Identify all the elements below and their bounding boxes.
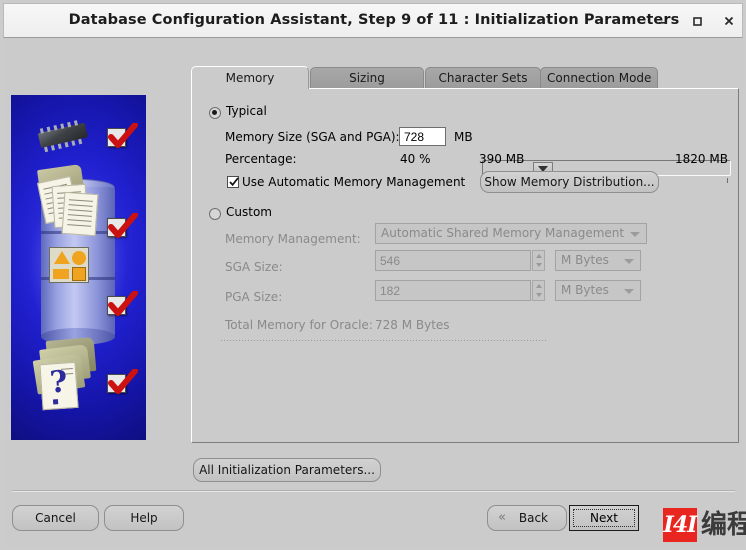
- sga-unit-value: M Bytes: [561, 253, 609, 267]
- show-memory-distribution-button[interactable]: Show Memory Distribution...: [480, 171, 659, 193]
- memory-size-input[interactable]: [399, 127, 446, 146]
- question-document-icon: ?: [39, 361, 79, 411]
- radio-typical[interactable]: [209, 107, 221, 119]
- memory-chip-icon: [31, 117, 93, 155]
- sga-size-stepper[interactable]: [532, 250, 545, 271]
- checkmark-icon-3: [107, 291, 138, 321]
- custom-section-divider: [221, 340, 548, 341]
- label-sga-size: SGA Size:: [225, 260, 283, 274]
- checkmark-icon-2: [107, 213, 138, 243]
- chevron-down-icon: [630, 232, 640, 237]
- next-button-label: Next: [590, 511, 618, 525]
- help-button[interactable]: Help: [104, 505, 184, 531]
- sga-unit-combo[interactable]: M Bytes: [555, 250, 641, 271]
- label-slider-max: 1820 MB: [675, 152, 728, 166]
- close-icon[interactable]: [718, 10, 740, 32]
- label-slider-min: 390 MB: [479, 152, 525, 166]
- label-pga-size: PGA Size:: [225, 290, 283, 304]
- pga-size-input[interactable]: [375, 280, 531, 301]
- label-total-memory: Total Memory for Oracle:: [225, 318, 373, 332]
- pga-unit-combo[interactable]: M Bytes: [555, 280, 641, 301]
- tab-strip: Memory Sizing Character Sets Connection …: [191, 66, 739, 89]
- all-initialization-parameters-button[interactable]: All Initialization Parameters...: [193, 458, 381, 482]
- value-total-memory: 728 M Bytes: [375, 318, 450, 332]
- radio-custom[interactable]: [209, 208, 221, 220]
- sga-size-input[interactable]: [375, 250, 531, 271]
- cancel-button[interactable]: Cancel: [12, 505, 99, 531]
- checkmark-icon-4: [107, 369, 138, 399]
- label-automatic-memory-management: Use Automatic Memory Management: [242, 175, 466, 189]
- label-percentage: Percentage:: [225, 152, 297, 166]
- oracle-database-illustration: ?: [11, 95, 146, 440]
- pga-unit-value: M Bytes: [561, 283, 609, 297]
- window-titlebar: Database Configuration Assistant, Step 9…: [3, 3, 743, 38]
- label-memory-management: Memory Management:: [225, 232, 361, 246]
- memory-management-combo[interactable]: Automatic Shared Memory Management: [375, 223, 647, 244]
- window-title: Database Configuration Assistant, Step 9…: [68, 12, 680, 28]
- label-custom: Custom: [226, 205, 272, 219]
- back-button-label: Back: [518, 511, 548, 525]
- memory-management-value: Automatic Shared Memory Management: [381, 226, 625, 240]
- chevron-down-icon: [624, 289, 634, 294]
- label-typical: Typical: [226, 104, 267, 118]
- pga-size-stepper[interactable]: [532, 280, 545, 301]
- chevron-left-icon: «: [498, 510, 506, 525]
- application-window: Database Configuration Assistant, Step 9…: [0, 0, 746, 550]
- back-button[interactable]: « Back: [487, 505, 567, 531]
- tab-sizing[interactable]: Sizing: [310, 67, 424, 89]
- maximize-icon[interactable]: [686, 10, 708, 32]
- tab-connection-mode[interactable]: Connection Mode: [540, 67, 658, 89]
- label-memory-size-unit: MB: [454, 130, 473, 144]
- value-percentage: 40 %: [400, 152, 431, 166]
- shapes-tile-icon: [49, 247, 89, 283]
- footer-divider: [12, 490, 735, 492]
- tab-character-sets[interactable]: Character Sets: [425, 67, 541, 89]
- checkmark-icon-1: [107, 123, 138, 153]
- document-icon-3: [61, 191, 99, 237]
- checkbox-automatic-memory-management[interactable]: [227, 176, 239, 188]
- slider-tick-max: [727, 178, 728, 183]
- window-client-area: ? Memory Sizing Character Sets Connectio…: [3, 38, 743, 547]
- minimize-icon[interactable]: [652, 10, 674, 32]
- label-memory-size: Memory Size (SGA and PGA):: [225, 130, 400, 144]
- chevron-down-icon: [624, 259, 634, 264]
- tab-memory[interactable]: Memory: [191, 66, 309, 89]
